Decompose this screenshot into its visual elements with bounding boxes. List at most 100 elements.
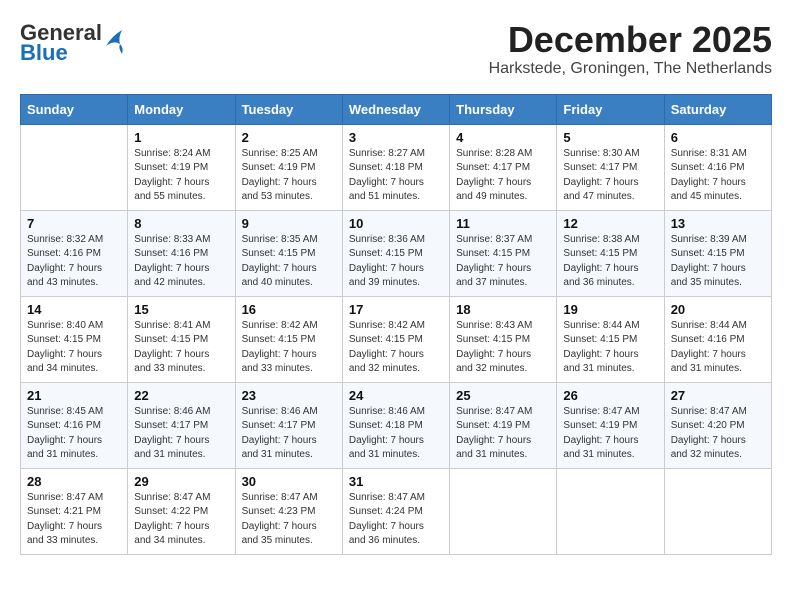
- logo-bird-icon: [104, 26, 126, 61]
- calendar-cell: 7Sunrise: 8:32 AM Sunset: 4:16 PM Daylig…: [21, 210, 128, 296]
- calendar-cell: 28 Sunrise: 8:47 AM Sunset: 4:21 PM Dayli…: [21, 468, 128, 554]
- day-info: Sunrise: 8:24 AM Sunset: 4:19 PM Dayligh…: [134, 147, 228, 205]
- calendar-cell: [664, 468, 771, 554]
- day-info: Sunrise: 8:47 AM Sunset: 4:23 PM Dayligh…: [242, 491, 336, 549]
- logo-blue: Blue: [20, 40, 102, 66]
- day-number: 12: [563, 216, 657, 231]
- day-number: 9: [242, 216, 336, 231]
- day-number: 15: [134, 302, 228, 317]
- calendar-cell: 15 Sunrise: 8:41 AM Sunset: 4:15 PM Dayli…: [128, 296, 235, 382]
- day-info: Sunrise: 8:42 AM Sunset: 4:15 PM Dayligh…: [349, 319, 443, 377]
- day-number: 22: [134, 388, 228, 403]
- day-number: 8: [134, 216, 228, 231]
- calendar-week-row: 28 Sunrise: 8:47 AM Sunset: 4:21 PM Dayli…: [21, 468, 772, 554]
- day-number: 14: [27, 302, 121, 317]
- day-number: 21: [27, 388, 121, 403]
- calendar-cell: 24 Sunrise: 8:46 AM Sunset: 4:18 PM Dayli…: [342, 382, 449, 468]
- day-info: Sunrise: 8:28 AM Sunset: 4:17 PM Dayligh…: [456, 147, 550, 205]
- day-info: Sunrise: 8:38 AM Sunset: 4:15 PM Dayligh…: [563, 233, 657, 291]
- calendar-cell: 5Sunrise: 8:30 AM Sunset: 4:17 PM Daylig…: [557, 124, 664, 210]
- day-info: Sunrise: 8:41 AM Sunset: 4:15 PM Dayligh…: [134, 319, 228, 377]
- day-number: 16: [242, 302, 336, 317]
- day-info: Sunrise: 8:44 AM Sunset: 4:16 PM Dayligh…: [671, 319, 765, 377]
- calendar-cell: [21, 124, 128, 210]
- day-number: 25: [456, 388, 550, 403]
- calendar-cell: 18Sunrise: 8:43 AM Sunset: 4:15 PM Dayli…: [450, 296, 557, 382]
- day-number: 24: [349, 388, 443, 403]
- calendar-cell: 30 Sunrise: 8:47 AM Sunset: 4:23 PM Dayli…: [235, 468, 342, 554]
- day-info: Sunrise: 8:39 AM Sunset: 4:15 PM Dayligh…: [671, 233, 765, 291]
- calendar-cell: 3 Sunrise: 8:27 AM Sunset: 4:18 PM Daylig…: [342, 124, 449, 210]
- day-number: 19: [563, 302, 657, 317]
- calendar-cell: [557, 468, 664, 554]
- day-info: Sunrise: 8:46 AM Sunset: 4:17 PM Dayligh…: [134, 405, 228, 463]
- day-number: 1: [134, 130, 228, 145]
- weekday-header-sunday: Sunday: [21, 94, 128, 124]
- calendar-cell: 13 Sunrise: 8:39 AM Sunset: 4:15 PM Dayli…: [664, 210, 771, 296]
- calendar-cell: 19 Sunrise: 8:44 AM Sunset: 4:15 PM Dayli…: [557, 296, 664, 382]
- title-section: December 2025 Harkstede, Groningen, The …: [489, 20, 772, 78]
- calendar-cell: 11 Sunrise: 8:37 AM Sunset: 4:15 PM Dayli…: [450, 210, 557, 296]
- day-number: 3: [349, 130, 443, 145]
- day-info: Sunrise: 8:25 AM Sunset: 4:19 PM Dayligh…: [242, 147, 336, 205]
- day-info: Sunrise: 8:42 AM Sunset: 4:15 PM Dayligh…: [242, 319, 336, 377]
- day-info: Sunrise: 8:27 AM Sunset: 4:18 PM Dayligh…: [349, 147, 443, 205]
- calendar-cell: 6Sunrise: 8:31 AM Sunset: 4:16 PM Daylig…: [664, 124, 771, 210]
- calendar-cell: 10 Sunrise: 8:36 AM Sunset: 4:15 PM Dayli…: [342, 210, 449, 296]
- location-title: Harkstede, Groningen, The Netherlands: [489, 60, 772, 78]
- calendar-week-row: 7Sunrise: 8:32 AM Sunset: 4:16 PM Daylig…: [21, 210, 772, 296]
- day-number: 11: [456, 216, 550, 231]
- day-info: Sunrise: 8:36 AM Sunset: 4:15 PM Dayligh…: [349, 233, 443, 291]
- logo: General Blue: [20, 20, 126, 66]
- day-info: Sunrise: 8:47 AM Sunset: 4:19 PM Dayligh…: [456, 405, 550, 463]
- day-info: Sunrise: 8:47 AM Sunset: 4:24 PM Dayligh…: [349, 491, 443, 549]
- calendar-cell: 17Sunrise: 8:42 AM Sunset: 4:15 PM Dayli…: [342, 296, 449, 382]
- calendar-cell: 27Sunrise: 8:47 AM Sunset: 4:20 PM Dayli…: [664, 382, 771, 468]
- day-number: 23: [242, 388, 336, 403]
- calendar-cell: 29 Sunrise: 8:47 AM Sunset: 4:22 PM Dayli…: [128, 468, 235, 554]
- day-info: Sunrise: 8:47 AM Sunset: 4:19 PM Dayligh…: [563, 405, 657, 463]
- day-number: 31: [349, 474, 443, 489]
- calendar-cell: 21 Sunrise: 8:45 AM Sunset: 4:16 PM Dayli…: [21, 382, 128, 468]
- calendar-cell: 8 Sunrise: 8:33 AM Sunset: 4:16 PM Daylig…: [128, 210, 235, 296]
- day-info: Sunrise: 8:45 AM Sunset: 4:16 PM Dayligh…: [27, 405, 121, 463]
- day-info: Sunrise: 8:33 AM Sunset: 4:16 PM Dayligh…: [134, 233, 228, 291]
- day-number: 29: [134, 474, 228, 489]
- day-info: Sunrise: 8:32 AM Sunset: 4:16 PM Dayligh…: [27, 233, 121, 291]
- calendar-week-row: 14 Sunrise: 8:40 AM Sunset: 4:15 PM Dayli…: [21, 296, 772, 382]
- weekday-header-saturday: Saturday: [664, 94, 771, 124]
- calendar-cell: 26 Sunrise: 8:47 AM Sunset: 4:19 PM Dayli…: [557, 382, 664, 468]
- day-number: 4: [456, 130, 550, 145]
- day-number: 10: [349, 216, 443, 231]
- calendar-cell: 2 Sunrise: 8:25 AM Sunset: 4:19 PM Daylig…: [235, 124, 342, 210]
- calendar-cell: 1 Sunrise: 8:24 AM Sunset: 4:19 PM Daylig…: [128, 124, 235, 210]
- day-number: 26: [563, 388, 657, 403]
- day-info: Sunrise: 8:47 AM Sunset: 4:21 PM Dayligh…: [27, 491, 121, 549]
- day-number: 30: [242, 474, 336, 489]
- day-number: 18: [456, 302, 550, 317]
- calendar-cell: [450, 468, 557, 554]
- calendar-cell: 25 Sunrise: 8:47 AM Sunset: 4:19 PM Dayli…: [450, 382, 557, 468]
- day-info: Sunrise: 8:40 AM Sunset: 4:15 PM Dayligh…: [27, 319, 121, 377]
- weekday-header-thursday: Thursday: [450, 94, 557, 124]
- calendar-header-row: SundayMondayTuesdayWednesdayThursdayFrid…: [21, 94, 772, 124]
- day-info: Sunrise: 8:44 AM Sunset: 4:15 PM Dayligh…: [563, 319, 657, 377]
- day-number: 13: [671, 216, 765, 231]
- page-header: General Blue December 2025 Harkstede, Gr…: [20, 20, 772, 78]
- day-info: Sunrise: 8:30 AM Sunset: 4:17 PM Dayligh…: [563, 147, 657, 205]
- calendar-cell: 14 Sunrise: 8:40 AM Sunset: 4:15 PM Dayli…: [21, 296, 128, 382]
- calendar-cell: 16 Sunrise: 8:42 AM Sunset: 4:15 PM Dayli…: [235, 296, 342, 382]
- day-info: Sunrise: 8:46 AM Sunset: 4:18 PM Dayligh…: [349, 405, 443, 463]
- day-info: Sunrise: 8:47 AM Sunset: 4:22 PM Dayligh…: [134, 491, 228, 549]
- day-number: 28: [27, 474, 121, 489]
- day-info: Sunrise: 8:47 AM Sunset: 4:20 PM Dayligh…: [671, 405, 765, 463]
- calendar-cell: 4 Sunrise: 8:28 AM Sunset: 4:17 PM Daylig…: [450, 124, 557, 210]
- calendar-cell: 31 Sunrise: 8:47 AM Sunset: 4:24 PM Dayli…: [342, 468, 449, 554]
- day-info: Sunrise: 8:46 AM Sunset: 4:17 PM Dayligh…: [242, 405, 336, 463]
- day-number: 20: [671, 302, 765, 317]
- calendar-week-row: 21 Sunrise: 8:45 AM Sunset: 4:16 PM Dayli…: [21, 382, 772, 468]
- calendar-week-row: 1 Sunrise: 8:24 AM Sunset: 4:19 PM Daylig…: [21, 124, 772, 210]
- day-number: 2: [242, 130, 336, 145]
- calendar-cell: 22 Sunrise: 8:46 AM Sunset: 4:17 PM Dayli…: [128, 382, 235, 468]
- day-info: Sunrise: 8:37 AM Sunset: 4:15 PM Dayligh…: [456, 233, 550, 291]
